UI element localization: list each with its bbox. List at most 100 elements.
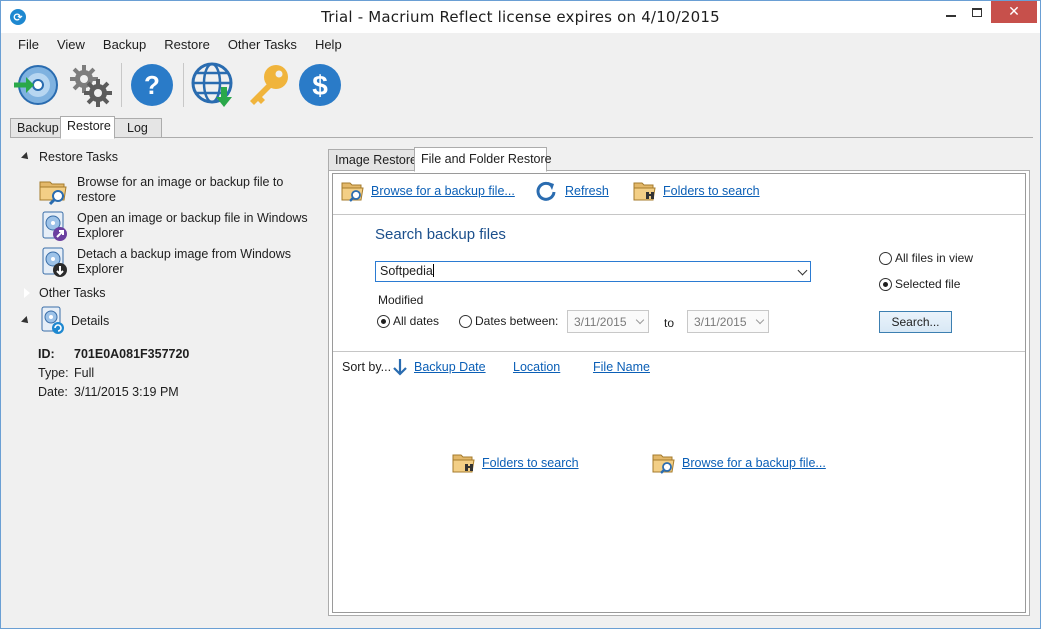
detail-id-value: 701E0A081F357720	[74, 347, 190, 361]
settings-button[interactable]	[65, 59, 115, 111]
buy-button[interactable]: $	[295, 59, 345, 111]
date-from-value: 3/11/2015	[574, 315, 627, 329]
license-key-button[interactable]	[243, 59, 293, 111]
minimize-button[interactable]	[938, 1, 964, 23]
tab-backup[interactable]: Backup	[10, 118, 61, 138]
menu-bar: File View Backup Restore Other Tasks Hel…	[9, 35, 351, 55]
task-detach-label: Detach a backup image from Windows Explo…	[77, 247, 291, 276]
window-title: Trial - Macrium Reflect license expires …	[321, 8, 720, 26]
radio-all-dates[interactable]: All dates	[377, 314, 439, 328]
expanded-arrow-icon	[21, 316, 31, 326]
detail-date-row: Date: 3/11/2015 3:19 PM	[38, 385, 179, 399]
task-browse-label: Browse for an image or backup file to re…	[77, 175, 284, 204]
browse-folder-icon	[39, 181, 67, 206]
task-detach-image[interactable]: Detach a backup image from Windows Explo…	[38, 246, 322, 278]
dates-between-label: Dates between:	[475, 314, 559, 328]
license-key-icon	[250, 65, 288, 105]
chevron-down-icon	[635, 315, 645, 325]
tab-divider	[10, 137, 1033, 138]
radio-selected-icon	[879, 277, 892, 291]
other-tasks-header[interactable]: Other Tasks	[23, 286, 106, 300]
date-from-picker[interactable]: 3/11/2015	[567, 310, 649, 333]
svg-text:?: ?	[144, 70, 160, 100]
toolbar-separator	[183, 63, 184, 107]
all-dates-label: All dates	[393, 314, 440, 328]
maximize-icon	[972, 7, 982, 17]
toolbar-separator	[121, 63, 122, 107]
selected-file-label: Selected file	[895, 277, 961, 291]
restore-tasks-header[interactable]: Restore Tasks	[21, 150, 118, 164]
action-bar-divider	[333, 214, 1025, 215]
tab-restore[interactable]: Restore	[60, 116, 115, 139]
refresh-link[interactable]: Refresh	[565, 184, 609, 198]
sort-file-name-link[interactable]: File Name	[593, 360, 650, 374]
details-header[interactable]: Details	[21, 306, 110, 336]
folders-to-search-action[interactable]: Folders to search	[633, 180, 760, 202]
radio-all-files[interactable]: All files in view	[879, 251, 973, 265]
menu-help[interactable]: Help	[306, 35, 351, 55]
tab-log[interactable]: Log	[114, 118, 162, 138]
browse-backup-action[interactable]: Browse for a backup file...	[341, 180, 515, 202]
to-label: to	[664, 316, 675, 330]
help-icon: ?	[131, 64, 173, 106]
menu-backup[interactable]: Backup	[94, 35, 155, 55]
maximize-button[interactable]	[964, 1, 990, 23]
restore-tasks-label: Restore Tasks	[39, 150, 118, 164]
search-divider	[333, 351, 1025, 352]
open-image-icon	[42, 211, 67, 241]
radio-selected-icon	[377, 314, 390, 328]
refresh-action[interactable]: Refresh	[535, 180, 609, 202]
radio-empty-icon	[459, 314, 472, 328]
chevron-down-icon[interactable]	[797, 265, 808, 276]
browse-folder-icon	[341, 182, 364, 202]
detail-type-row: Type: Full	[38, 366, 94, 380]
menu-restore[interactable]: Restore	[155, 35, 219, 55]
menu-view[interactable]: View	[48, 35, 94, 55]
detail-id-row: ID: 701E0A081F357720	[38, 347, 189, 361]
bottom-browse-action[interactable]: Browse for a backup file...	[652, 452, 826, 474]
detail-id-label: ID:	[38, 347, 55, 361]
detail-type-value: Full	[74, 366, 95, 380]
sort-file-name[interactable]: File Name	[593, 360, 650, 374]
other-tasks-label: Other Tasks	[39, 286, 106, 300]
restore-disc-icon	[14, 65, 58, 105]
browse-backup-link[interactable]: Browse for a backup file...	[371, 184, 515, 198]
search-input[interactable]: Softpedia	[375, 261, 811, 282]
menu-other-tasks[interactable]: Other Tasks	[219, 35, 306, 55]
date-to-picker[interactable]: 3/11/2015	[687, 310, 769, 333]
menu-file[interactable]: File	[9, 35, 48, 55]
web-update-button[interactable]	[189, 59, 239, 111]
bottom-folders-action[interactable]: Folders to search	[452, 452, 579, 474]
task-open-explorer[interactable]: Open an image or backup file in Windows …	[38, 210, 322, 242]
image-file-icon	[41, 306, 64, 334]
browse-folder-icon	[652, 454, 675, 474]
close-button[interactable]: ✕	[991, 1, 1037, 23]
sort-location[interactable]: Location	[513, 360, 560, 374]
radio-dates-between[interactable]: Dates between:	[459, 314, 558, 328]
sort-down-arrow-icon	[393, 359, 407, 376]
sort-backup-date[interactable]: Backup Date	[393, 358, 486, 376]
radio-selected-file[interactable]: Selected file	[879, 277, 960, 291]
tab-file-folder-restore[interactable]: File and Folder Restore	[414, 147, 552, 172]
bottom-browse-link[interactable]: Browse for a backup file...	[682, 456, 826, 470]
restore-disc-button[interactable]	[11, 59, 61, 111]
app-window: ⟳ Trial - Macrium Reflect license expire…	[0, 0, 1041, 629]
tab-image-restore[interactable]: Image Restore	[328, 149, 417, 171]
help-button[interactable]: ?	[127, 59, 177, 111]
toolbar: ? $	[9, 59, 409, 113]
search-value: Softpedia	[380, 264, 433, 278]
bottom-folders-link[interactable]: Folders to search	[482, 456, 579, 470]
detach-image-icon	[42, 247, 67, 277]
detail-date-value: 3/11/2015 3:19 PM	[74, 385, 179, 399]
sort-backup-date-link[interactable]: Backup Date	[414, 360, 486, 374]
chevron-down-icon	[755, 315, 765, 325]
details-label: Details	[71, 314, 110, 328]
folders-to-search-link[interactable]: Folders to search	[663, 184, 760, 198]
svg-text:$: $	[312, 70, 328, 101]
task-browse-image[interactable]: Browse for an image or backup file to re…	[38, 174, 322, 206]
collapsed-arrow-icon	[23, 287, 30, 299]
search-button[interactable]: Search...	[879, 311, 952, 333]
left-panel: Restore Tasks Browse for an image or bac…	[14, 144, 327, 622]
sort-location-link[interactable]: Location	[513, 360, 560, 374]
modified-label: Modified	[378, 293, 424, 307]
